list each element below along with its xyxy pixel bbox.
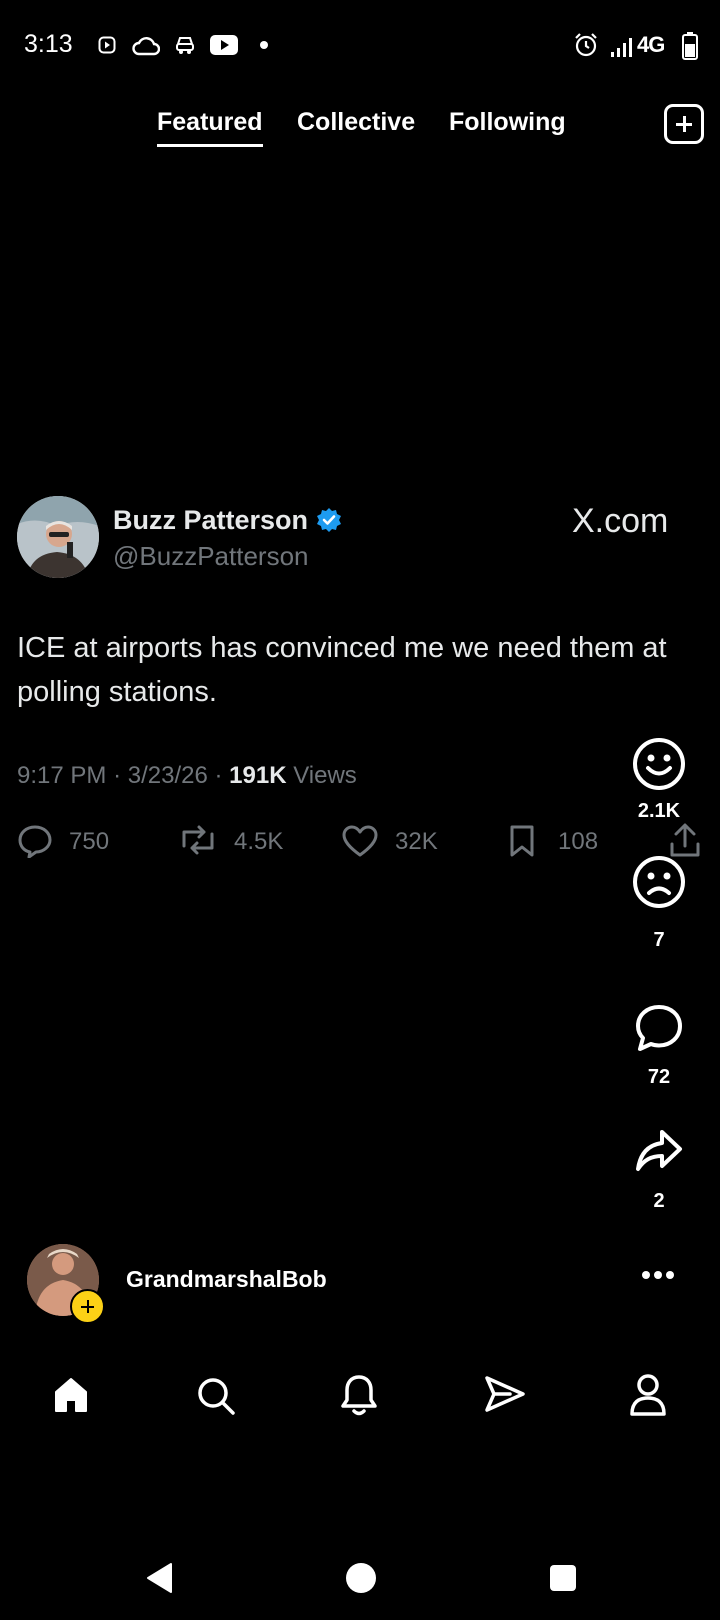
system-navigation-bar — [0, 1540, 720, 1620]
meta-separator: · — [113, 762, 128, 789]
bottom-nav — [0, 1360, 720, 1420]
signal-icon — [611, 38, 632, 57]
happy-reaction-icon[interactable] — [632, 737, 686, 791]
bookmark-count: 108 — [558, 828, 599, 855]
author-name[interactable]: Buzz Patterson — [113, 505, 308, 536]
repost-count: 4.5K — [234, 828, 284, 855]
share-count: 2 — [653, 1190, 665, 1212]
bookmark-action[interactable]: 108 — [508, 820, 608, 860]
meta-separator: · — [214, 762, 230, 789]
author-handle[interactable]: @BuzzPatterson — [113, 541, 308, 572]
more-options-icon[interactable] — [641, 1270, 675, 1280]
comment-count: 72 — [647, 1066, 671, 1088]
bookmark-icon — [510, 825, 534, 857]
creator-name[interactable]: GrandmarshalBob — [126, 1266, 327, 1293]
author-avatar[interactable] — [17, 496, 99, 578]
sad-reaction-icon[interactable] — [632, 855, 686, 909]
reply-icon — [18, 825, 52, 858]
recents-icon[interactable] — [549, 1564, 577, 1592]
author-photo — [17, 496, 99, 578]
reply-count: 750 — [69, 828, 110, 855]
share-icon[interactable] — [634, 1128, 684, 1174]
views-label: Views — [293, 762, 357, 789]
views-count: 191K — [229, 762, 287, 789]
post-time: 9:17 PM — [17, 762, 107, 789]
post-date: 3/23/26 — [127, 762, 208, 789]
alarm-icon — [575, 33, 597, 57]
happy-count: 2.1K — [637, 800, 681, 822]
battery-icon — [682, 32, 698, 60]
status-bar: 3:13 4G — [0, 0, 720, 92]
profile-icon[interactable] — [629, 1373, 667, 1417]
tab-following[interactable]: Following — [449, 108, 566, 137]
create-post-button[interactable] — [664, 104, 704, 144]
status-time: 3:13 — [24, 30, 73, 58]
follow-plus-button[interactable] — [70, 1289, 105, 1324]
sad-count: 7 — [653, 929, 665, 951]
home-icon[interactable] — [52, 1376, 90, 1414]
post-text: ICE at airports has convinced me we need… — [17, 632, 667, 708]
comment-icon[interactable] — [634, 1003, 684, 1053]
post-meta: 9:17 PM · 3/23/26 · 191K Views — [17, 762, 357, 790]
source-label: X.com — [572, 502, 669, 540]
share-upload-icon[interactable] — [668, 822, 702, 858]
search-icon[interactable] — [196, 1376, 236, 1416]
like-count: 32K — [395, 828, 438, 855]
repost-action[interactable]: 4.5K — [178, 820, 298, 860]
screen-record-icon — [98, 36, 116, 54]
youtube-icon — [210, 35, 238, 55]
reply-action[interactable]: 750 — [17, 820, 127, 860]
repost-icon — [182, 825, 214, 855]
tab-collective[interactable]: Collective — [297, 108, 415, 137]
cloud-icon — [132, 37, 160, 56]
like-action[interactable]: 32K — [341, 820, 451, 860]
network-label: 4G — [637, 32, 665, 57]
heart-icon — [342, 825, 378, 857]
dot-icon — [260, 41, 268, 49]
back-icon[interactable] — [145, 1562, 173, 1594]
home-circle-icon[interactable] — [345, 1562, 377, 1594]
send-icon[interactable] — [484, 1374, 526, 1414]
car-icon — [176, 37, 194, 54]
feed-tabs: Featured Collective Following — [0, 100, 720, 150]
bell-icon[interactable] — [340, 1373, 378, 1417]
tab-featured[interactable]: Featured — [157, 108, 263, 147]
verified-badge-icon — [317, 508, 341, 532]
